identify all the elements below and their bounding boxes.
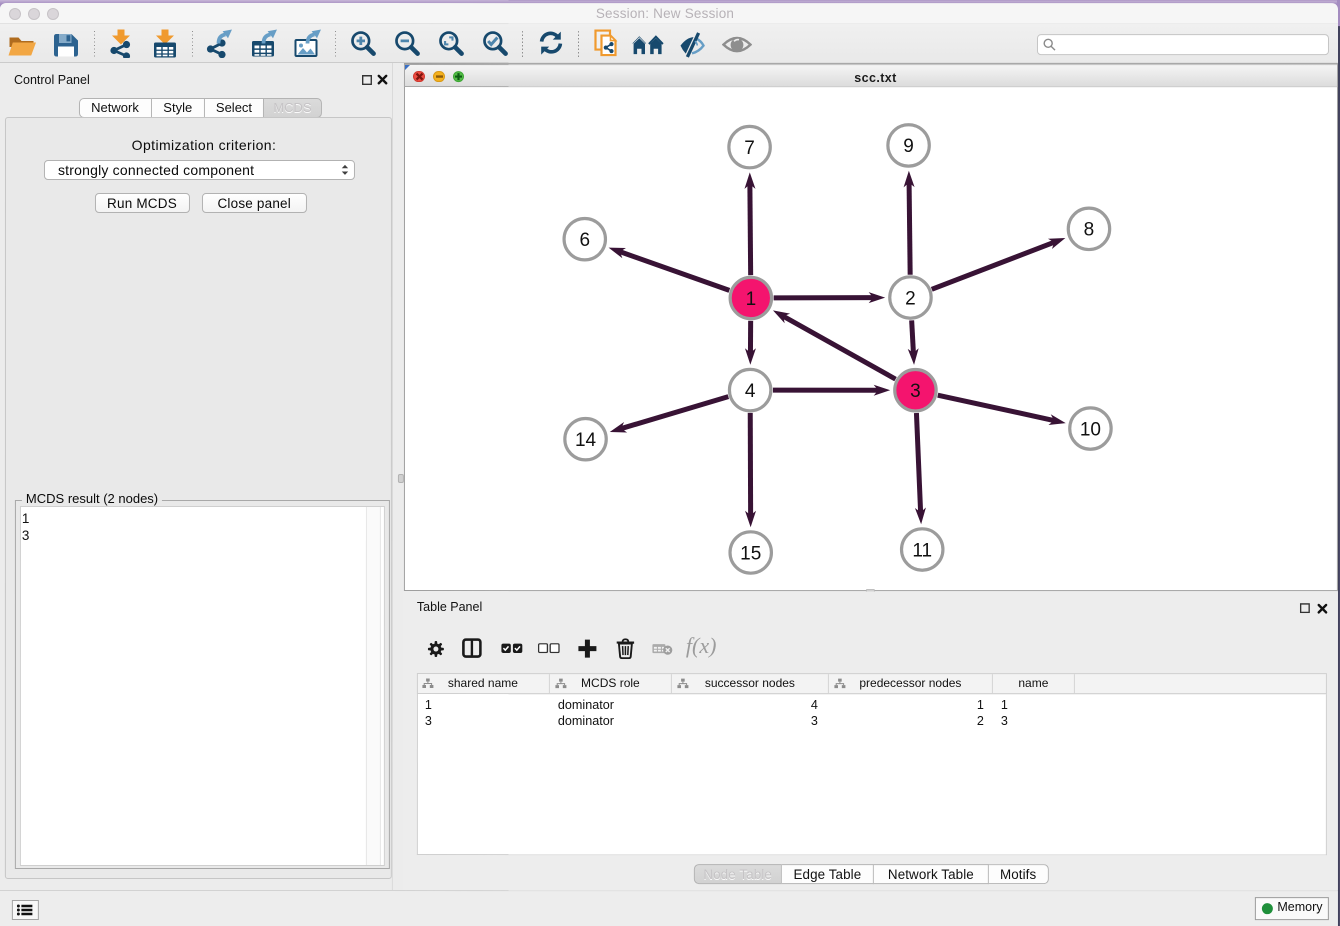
- svg-text:14: 14: [575, 429, 597, 450]
- svg-text:4: 4: [745, 380, 756, 401]
- svg-text:15: 15: [740, 543, 761, 564]
- svg-text:8: 8: [1084, 219, 1095, 240]
- svg-text:11: 11: [912, 540, 932, 561]
- svg-text:10: 10: [1080, 419, 1101, 440]
- svg-text:1: 1: [746, 288, 757, 309]
- svg-text:9: 9: [903, 136, 914, 157]
- svg-text:7: 7: [744, 137, 755, 158]
- svg-text:2: 2: [905, 288, 916, 309]
- svg-text:3: 3: [910, 381, 921, 402]
- svg-text:6: 6: [579, 229, 590, 250]
